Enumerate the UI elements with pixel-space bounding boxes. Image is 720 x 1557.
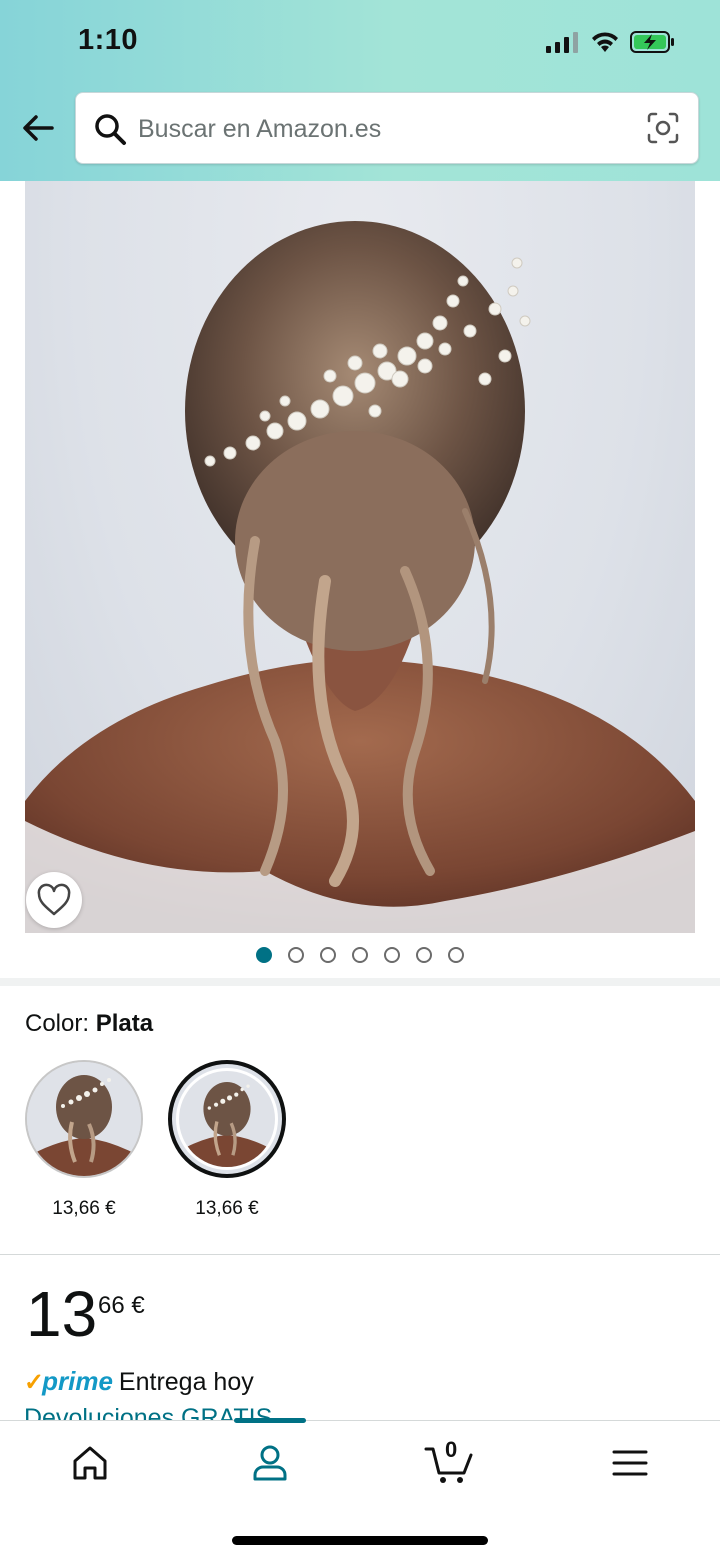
camera-icon[interactable] xyxy=(646,111,680,145)
divider xyxy=(0,1254,720,1255)
price-whole: 13 xyxy=(26,1278,98,1350)
heart-icon xyxy=(37,883,71,916)
carousel-dot[interactable] xyxy=(384,947,400,963)
carousel-dot[interactable] xyxy=(320,947,336,963)
status-time: 1:10 xyxy=(78,24,139,56)
search-input[interactable]: Buscar en Amazon.es xyxy=(75,92,699,164)
swatch-price: 13,66 € xyxy=(52,1198,116,1219)
search-icon xyxy=(95,114,126,145)
home-icon[interactable] xyxy=(68,1441,112,1485)
carousel-dots xyxy=(0,947,720,963)
home-indicator xyxy=(232,1536,488,1545)
account-icon[interactable] xyxy=(248,1441,292,1485)
carousel-dot[interactable] xyxy=(256,947,272,963)
search-placeholder: Buscar en Amazon.es xyxy=(138,115,382,143)
swatch-price: 13,66 € xyxy=(195,1198,259,1219)
active-tab-indicator xyxy=(234,1418,306,1423)
delivery-text: Entrega hoy xyxy=(118,1368,254,1396)
prime-delivery: ✓prime Entrega hoy xyxy=(24,1366,254,1397)
cart-count: 0 xyxy=(445,1437,458,1462)
section-divider xyxy=(0,978,720,986)
color-swatch-selected[interactable] xyxy=(168,1060,286,1178)
carousel-dot[interactable] xyxy=(416,947,432,963)
carousel-dot[interactable] xyxy=(352,947,368,963)
product-image[interactable] xyxy=(25,181,695,933)
battery-charging-icon xyxy=(630,31,674,53)
carousel-dot[interactable] xyxy=(288,947,304,963)
menu-icon[interactable] xyxy=(608,1441,652,1485)
cart-button[interactable]: 0 xyxy=(424,1437,476,1485)
prime-logo: ✓prime xyxy=(24,1366,113,1396)
carousel-dot[interactable] xyxy=(448,947,464,963)
status-icons xyxy=(546,26,676,58)
back-arrow-icon[interactable] xyxy=(18,108,58,148)
color-label: Color: Plata xyxy=(25,1010,153,1038)
color-swatch[interactable] xyxy=(25,1060,143,1178)
wifi-icon xyxy=(592,32,618,52)
price-fraction: 66 € xyxy=(98,1292,145,1319)
wishlist-button[interactable] xyxy=(26,872,82,928)
color-label-prefix: Color: xyxy=(25,1010,90,1037)
header: 1:10 Buscar en Amazon.es xyxy=(0,0,720,181)
color-value: Plata xyxy=(95,1010,154,1037)
signal-icon xyxy=(546,32,578,53)
